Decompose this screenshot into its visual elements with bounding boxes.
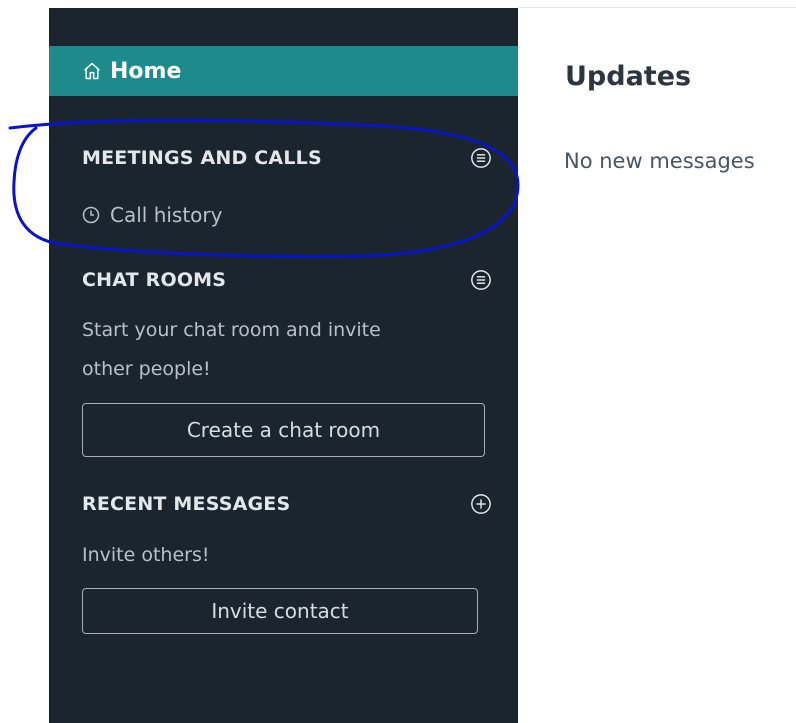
- chat-rooms-section-title: CHAT ROOMS: [82, 269, 227, 291]
- meetings-section-header: MEETINGS AND CALLS: [82, 143, 492, 173]
- top-divider: [518, 7, 796, 8]
- create-chat-room-button[interactable]: Create a chat room: [82, 403, 485, 457]
- meetings-section-title: MEETINGS AND CALLS: [82, 147, 322, 169]
- clock-icon: [82, 206, 100, 224]
- sidebar: Home MEETINGS AND CALLS Call history CHA…: [49, 8, 518, 723]
- home-label: Home: [110, 58, 182, 84]
- recent-messages-section-header: RECENT MESSAGES: [82, 489, 492, 519]
- chat-rooms-section-header: CHAT ROOMS: [82, 265, 492, 295]
- add-recent-message-icon[interactable]: [470, 493, 492, 515]
- empty-messages-text: No new messages: [564, 149, 755, 173]
- meetings-menu-icon[interactable]: [470, 147, 492, 169]
- chat-rooms-menu-icon[interactable]: [470, 269, 492, 291]
- sidebar-item-home[interactable]: Home: [49, 46, 518, 96]
- call-history-item[interactable]: Call history: [82, 200, 222, 230]
- home-icon: [84, 62, 100, 80]
- recent-messages-description: Invite others!: [82, 544, 210, 566]
- invite-contact-button[interactable]: Invite contact: [82, 588, 478, 634]
- recent-messages-section-title: RECENT MESSAGES: [82, 493, 291, 515]
- chat-rooms-description-line2: other people!: [82, 358, 211, 380]
- page-title: Updates: [565, 61, 692, 92]
- call-history-label: Call history: [110, 203, 223, 227]
- chat-rooms-description-line1: Start your chat room and invite: [82, 319, 381, 341]
